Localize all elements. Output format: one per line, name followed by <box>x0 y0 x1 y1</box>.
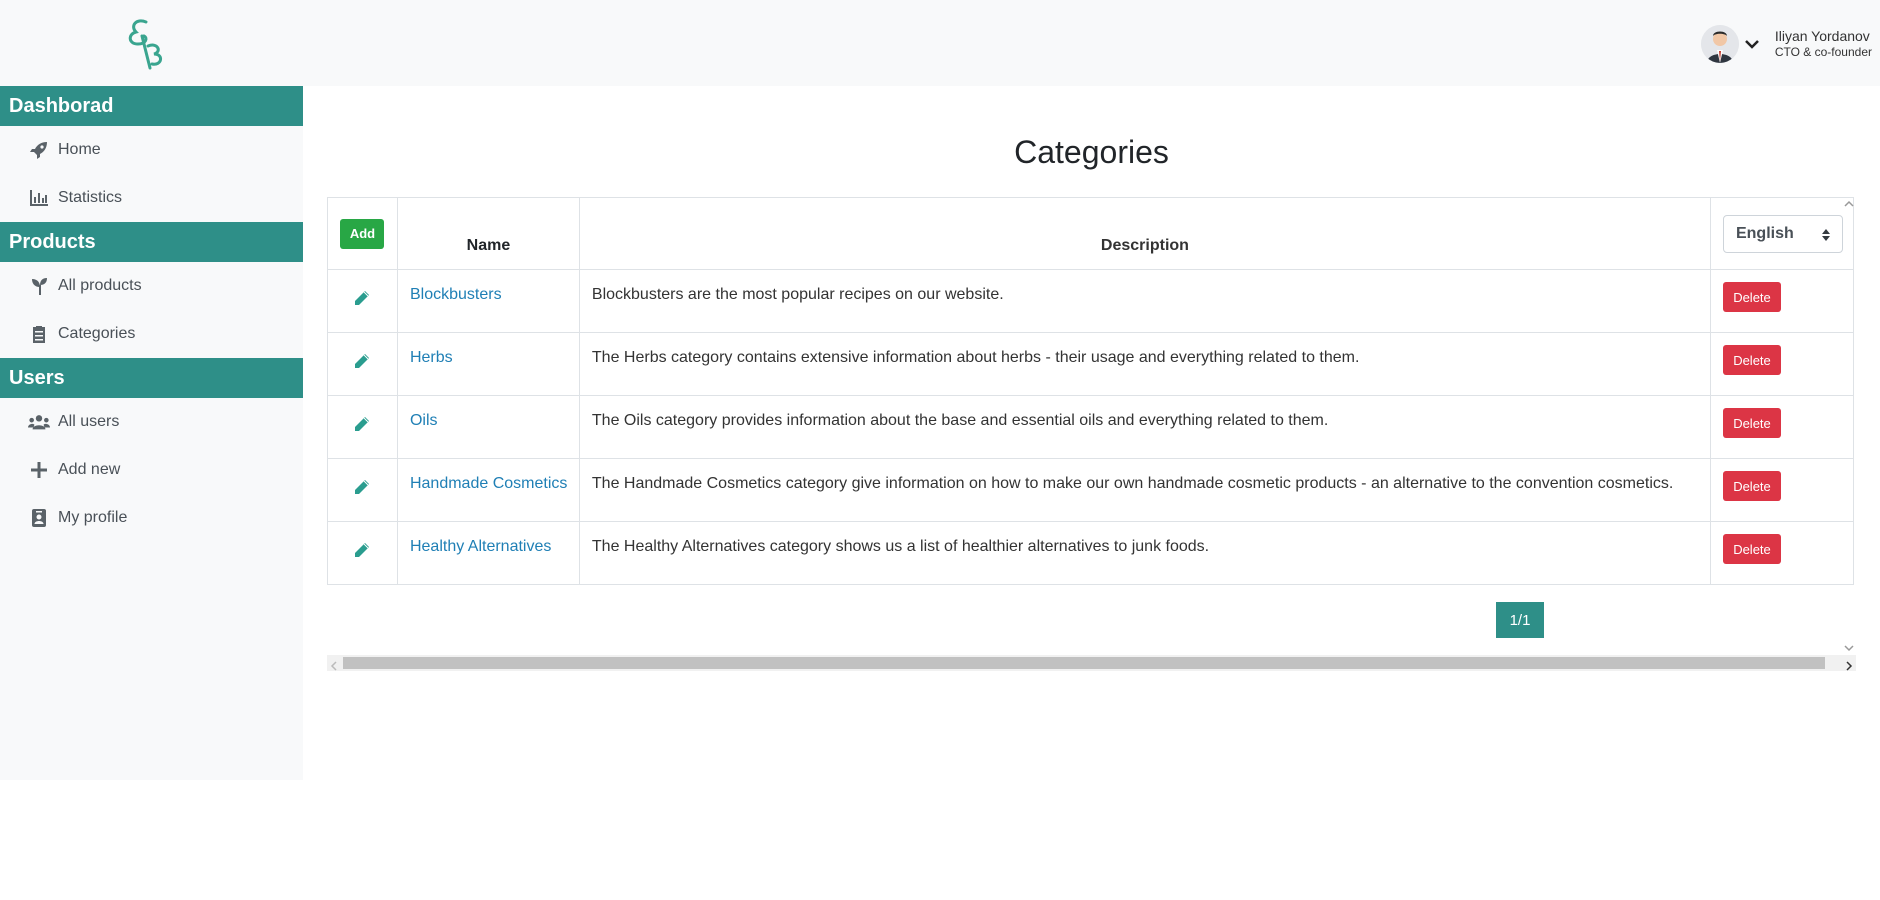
seedling-icon <box>28 276 50 296</box>
chevron-down-icon[interactable] <box>1743 35 1761 53</box>
sidebar-item-label: Statistics <box>58 189 123 206</box>
column-header-description: Description <box>578 197 1711 270</box>
language-select-value: English <box>1735 224 1794 242</box>
clipboard-icon <box>28 324 50 344</box>
category-name-link[interactable]: Oils <box>410 412 438 429</box>
category-description: Blockbusters are the most popular recipe… <box>578 269 1711 333</box>
sidebar-item-all-products[interactable]: All products <box>0 262 303 310</box>
table-row: Blockbusters Blockbusters are the most p… <box>327 269 1855 333</box>
delete-button[interactable]: Delete <box>1722 282 1781 312</box>
sidebar-item-my-profile[interactable]: My profile <box>0 494 303 542</box>
category-name-link[interactable]: Healthy Alternatives <box>410 538 551 555</box>
pencil-icon[interactable] <box>354 290 370 311</box>
categories-table-container: Add Name Description English Blockbuster… <box>327 197 1856 671</box>
sidebar-section-products: Products <box>0 222 303 262</box>
top-header: Iliyan Yordanov CTO & co-founder <box>0 0 1880 86</box>
scroll-left-arrow-icon[interactable] <box>329 658 339 676</box>
scroll-down-arrow-icon[interactable] <box>1842 641 1856 655</box>
delete-button[interactable]: Delete <box>1722 345 1781 375</box>
table-row: Handmade Cosmetics The Handmade Cosmetic… <box>327 458 1855 522</box>
pencil-icon[interactable] <box>354 479 370 500</box>
scroll-up-arrow-icon[interactable] <box>1842 197 1856 211</box>
sidebar: Dashborad Home Statistics Products All p… <box>0 86 303 780</box>
sidebar-item-statistics[interactable]: Statistics <box>0 174 303 222</box>
plus-icon <box>28 460 50 480</box>
table-row: Healthy Alternatives The Healthy Alterna… <box>327 521 1855 585</box>
sidebar-item-home[interactable]: Home <box>0 126 303 174</box>
delete-button[interactable]: Delete <box>1722 471 1781 501</box>
sidebar-item-all-users[interactable]: All users <box>0 398 303 446</box>
category-name-link[interactable]: Herbs <box>410 349 453 366</box>
sidebar-item-label: Home <box>58 141 101 158</box>
category-name-link[interactable]: Blockbusters <box>410 286 502 303</box>
user-menu[interactable]: Iliyan Yordanov CTO & co-founder <box>1700 22 1872 66</box>
table-row: Oils The Oils category provides informat… <box>327 395 1855 459</box>
sidebar-item-label: All users <box>58 413 120 430</box>
category-description: The Herbs category contains extensive in… <box>578 332 1711 396</box>
delete-button[interactable]: Delete <box>1722 534 1781 564</box>
add-button[interactable]: Add <box>340 218 385 249</box>
scrollbar-thumb[interactable] <box>343 657 1825 669</box>
pencil-icon[interactable] <box>354 416 370 437</box>
sidebar-item-categories[interactable]: Categories <box>0 310 303 358</box>
table-header-row: Add Name Description English <box>327 197 1855 270</box>
pencil-icon[interactable] <box>354 353 370 374</box>
delete-button[interactable]: Delete <box>1722 408 1781 438</box>
horizontal-scrollbar[interactable] <box>327 655 1856 671</box>
table-row: Herbs The Herbs category contains extens… <box>327 332 1855 396</box>
logo[interactable] <box>124 16 168 70</box>
user-name: Iliyan Yordanov <box>1774 28 1870 45</box>
sidebar-item-label: Add new <box>58 461 121 478</box>
user-info: Iliyan Yordanov CTO & co-founder <box>1775 27 1872 61</box>
sidebar-item-label: All products <box>58 277 142 294</box>
id-badge-icon <box>28 508 50 528</box>
category-description: The Oils category provides information a… <box>578 395 1711 459</box>
rocket-icon <box>28 140 50 160</box>
header-language-cell: English <box>1709 197 1855 270</box>
scroll-right-arrow-icon[interactable] <box>1844 658 1854 676</box>
sidebar-item-add-new[interactable]: Add new <box>0 446 303 494</box>
sidebar-item-label: My profile <box>58 509 128 526</box>
chart-icon <box>28 188 50 208</box>
users-icon <box>28 412 50 432</box>
avatar[interactable] <box>1700 25 1739 63</box>
select-arrows-icon <box>1821 228 1830 246</box>
language-select[interactable]: English <box>1722 214 1843 253</box>
sidebar-section-users: Users <box>0 358 303 398</box>
pagination-indicator[interactable]: 1/1 <box>1496 602 1544 638</box>
sidebar-item-label: Categories <box>58 325 136 342</box>
category-description: The Handmade Cosmetics category give inf… <box>578 458 1711 522</box>
category-description: The Healthy Alternatives category shows … <box>578 521 1711 585</box>
header-add-cell: Add <box>327 197 398 270</box>
category-name-link[interactable]: Handmade Cosmetics <box>410 475 567 492</box>
sidebar-section-dashboard: Dashborad <box>0 86 303 126</box>
categories-table: Add Name Description English Blockbuster… <box>327 197 1855 585</box>
user-role: CTO & co-founder <box>1774 45 1872 60</box>
page-title: Categories <box>1014 134 1169 170</box>
column-header-name: Name <box>396 197 580 270</box>
pencil-icon[interactable] <box>354 542 370 563</box>
